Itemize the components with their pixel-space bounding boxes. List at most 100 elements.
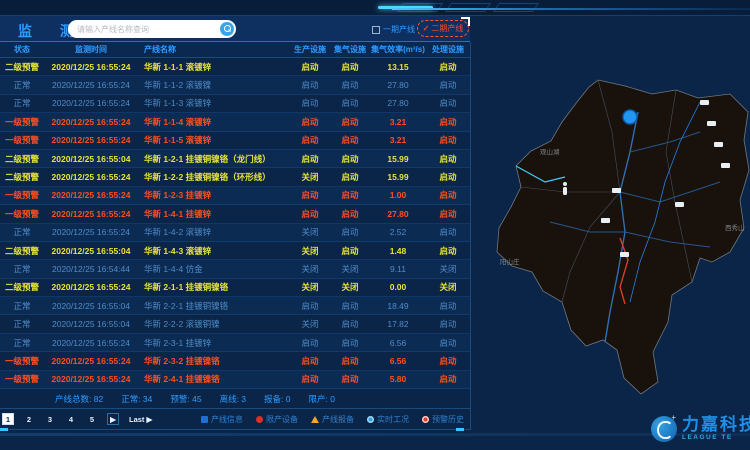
table-row[interactable]: 二级预警2020/12/25 16:55:24华新 1-1-1 滚镀锌启动启动1… <box>0 58 470 76</box>
station-marker[interactable] <box>714 142 723 147</box>
production-cell: 关闭 <box>290 245 330 257</box>
column-header[interactable]: 处理设施 <box>426 44 470 55</box>
station-marker[interactable] <box>620 252 629 257</box>
time-cell: 2020/12/25 16:55:24 <box>44 282 138 292</box>
column-header[interactable]: 产线名称 <box>138 44 290 55</box>
table-row[interactable]: 正常2020/12/25 16:55:24华新 2-3-1 挂镀锌启动启动6.5… <box>0 334 470 352</box>
processing-cell: 启动 <box>426 208 470 220</box>
table-row[interactable]: 一级预警2020/12/25 16:55:24华新 1-1-4 滚镀锌启动启动3… <box>0 113 470 131</box>
gas-cell: 启动 <box>330 171 370 183</box>
column-header[interactable]: 监测时间 <box>44 44 138 55</box>
table-header-row: 状态监测时间产线名称生产设施集气设施集气效率(m³/s)处理设施 <box>0 42 470 58</box>
table-row[interactable]: 一级预警2020/12/25 16:55:24华新 1-2-3 挂镀锌启动启动1… <box>0 187 470 205</box>
corner-bracket <box>461 17 470 26</box>
search-box[interactable] <box>68 20 236 38</box>
table-row[interactable]: 正常2020/12/25 16:55:24华新 1-1-3 滚镀锌启动启动27.… <box>0 95 470 113</box>
summary-item: 产线总数: 82 <box>55 393 103 405</box>
production-cell: 启动 <box>290 337 330 349</box>
station-marker[interactable] <box>675 202 684 207</box>
time-cell: 2020/12/25 16:55:24 <box>44 117 138 127</box>
phase1-checkbox[interactable]: 一期产线 <box>372 24 415 35</box>
page-button[interactable]: 5 <box>86 413 98 425</box>
legend-item[interactable]: 限产设备 <box>256 414 298 425</box>
search-input[interactable] <box>77 25 220 34</box>
table-row[interactable]: 正常2020/12/25 16:55:24华新 1-4-2 滚镀锌关闭启动2.5… <box>0 224 470 242</box>
status-cell: 正常 <box>0 226 44 238</box>
table-row[interactable]: 一级预警2020/12/25 16:55:24华新 1-4-1 挂镀锌启动启动2… <box>0 205 470 223</box>
next-page-button[interactable]: ▶ <box>107 413 119 425</box>
gas-cell: 启动 <box>330 300 370 312</box>
time-cell: 2020/12/25 16:55:24 <box>44 98 138 108</box>
page-button[interactable]: 3 <box>44 413 56 425</box>
logo-subtitle: LEAGUE TE <box>682 435 750 442</box>
efficiency-cell: 13.15 <box>370 62 426 72</box>
gas-cell: 启动 <box>330 318 370 330</box>
processing-cell: 启动 <box>426 153 470 165</box>
name-cell: 华新 1-4-4 仿金 <box>138 263 290 275</box>
table-row[interactable]: 二级预警2020/12/25 16:55:24华新 1-2-2 挂镀铜镍铬（环形… <box>0 168 470 186</box>
status-cell: 二级预警 <box>0 281 44 293</box>
production-cell: 关闭 <box>290 226 330 238</box>
efficiency-cell: 9.11 <box>370 264 426 274</box>
name-cell: 华新 1-4-1 挂镀锌 <box>138 208 290 220</box>
name-cell: 华新 1-4-3 滚镀锌 <box>138 245 290 257</box>
station-marker[interactable] <box>707 121 716 126</box>
table-row[interactable]: 一级预警2020/12/25 16:55:24华新 1-1-5 滚镀锌启动启动3… <box>0 132 470 150</box>
time-cell: 2020/12/25 16:55:04 <box>44 154 138 164</box>
table-row[interactable]: 正常2020/12/25 16:55:04华新 2-2-2 滚镀铜镍关闭启动17… <box>0 315 470 333</box>
legend-item[interactable]: 实时工况 <box>367 414 409 425</box>
table-row[interactable]: 二级预警2020/12/25 16:55:04华新 1-2-1 挂镀铜镍铬（龙门… <box>0 150 470 168</box>
table-row[interactable]: 二级预警2020/12/25 16:55:24华新 2-1-1 挂镀铜镍铬关闭关… <box>0 279 470 297</box>
page-button[interactable]: 2 <box>23 413 35 425</box>
legend-item[interactable]: 产线报备 <box>311 414 354 425</box>
column-header[interactable]: 集气设施 <box>330 44 370 55</box>
name-cell: 华新 1-4-2 滚镀锌 <box>138 226 290 238</box>
district-map[interactable]: 观山湖西秀山阳山庄 <box>470 42 750 408</box>
name-cell: 华新 1-2-3 挂镀锌 <box>138 189 290 201</box>
search-icon[interactable] <box>220 22 234 36</box>
table-row[interactable]: 一级预警2020/12/25 16:55:24华新 2-3-2 挂镀镍铬启动启动… <box>0 352 470 370</box>
column-header[interactable]: 生产设施 <box>290 44 330 55</box>
table-row[interactable]: 二级预警2020/12/25 16:55:04华新 1-4-3 滚镀锌关闭启动1… <box>0 242 470 260</box>
production-cell: 关闭 <box>290 318 330 330</box>
station-marker[interactable] <box>601 218 610 223</box>
gauge-icon <box>367 416 374 423</box>
league-logo-icon <box>651 416 677 442</box>
station-marker[interactable] <box>700 100 709 105</box>
processing-cell: 启动 <box>426 337 470 349</box>
efficiency-cell: 1.48 <box>370 246 426 256</box>
checkbox-icon[interactable] <box>372 26 380 34</box>
page-button[interactable]: 1 <box>2 413 14 425</box>
column-header[interactable]: 集气效率(m³/s) <box>370 44 426 55</box>
status-cell: 正常 <box>0 300 44 312</box>
gas-cell: 启动 <box>330 189 370 201</box>
phase1-label: 一期产线 <box>383 24 415 35</box>
station-marker[interactable] <box>721 163 730 168</box>
toolbar-corner-right <box>456 428 464 431</box>
deco-line <box>392 8 750 10</box>
column-header[interactable]: 状态 <box>0 44 44 55</box>
table-row[interactable]: 一级预警2020/12/25 16:55:24华新 2-4-1 挂镀镍铬启动启动… <box>0 371 470 389</box>
status-cell: 二级预警 <box>0 171 44 183</box>
status-cell: 二级预警 <box>0 153 44 165</box>
last-page-button[interactable]: Last ▶ <box>128 413 153 425</box>
map-marker[interactable] <box>623 110 637 124</box>
table-row[interactable]: 正常2020/12/25 16:55:24华新 1-1-2 滚镀镍启动启动27.… <box>0 76 470 94</box>
status-cell: 二级预警 <box>0 61 44 73</box>
processing-cell: 启动 <box>426 373 470 385</box>
legend-item[interactable]: 预警历史 <box>422 414 464 425</box>
time-cell: 2020/12/25 16:55:24 <box>44 172 138 182</box>
legend-item[interactable]: 产线信息 <box>201 414 243 425</box>
table-row[interactable]: 正常2020/12/25 16:54:44华新 1-4-4 仿金关闭关闭9.11… <box>0 260 470 278</box>
time-cell: 2020/12/25 16:55:24 <box>44 62 138 72</box>
processing-cell: 启动 <box>426 116 470 128</box>
production-cell: 关闭 <box>290 263 330 275</box>
status-cell: 正常 <box>0 79 44 91</box>
summary-item: 正常: 34 <box>121 393 152 405</box>
gas-cell: 启动 <box>330 61 370 73</box>
table-row[interactable]: 正常2020/12/25 16:55:04华新 2-2-1 挂镀铜镍铬启动启动1… <box>0 297 470 315</box>
efficiency-cell: 17.82 <box>370 319 426 329</box>
station-marker[interactable] <box>612 188 621 193</box>
efficiency-cell: 18.49 <box>370 301 426 311</box>
page-button[interactable]: 4 <box>65 413 77 425</box>
